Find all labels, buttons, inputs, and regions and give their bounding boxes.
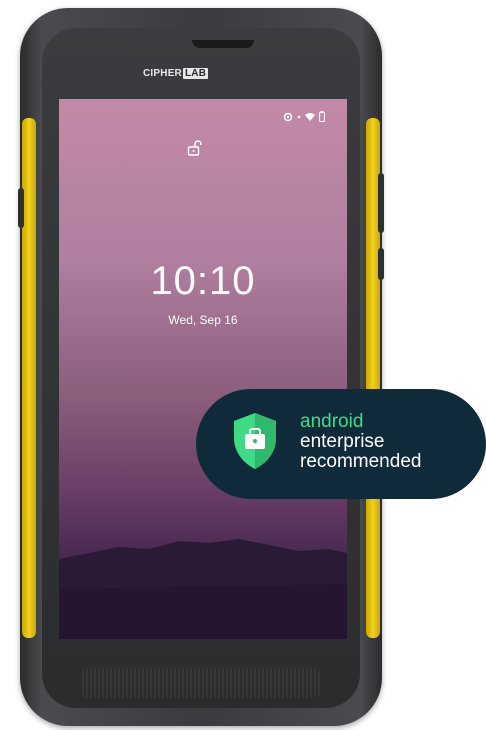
power-key [378,248,384,280]
battery-icon [319,111,325,122]
left-side-trim [22,118,36,638]
android-enterprise-badge: android enterprise recommended [196,389,486,499]
data-saver-icon [283,112,293,121]
shield-briefcase-icon [234,413,276,469]
lockscreen-clock: 10:10 [150,259,256,303]
brand-logo-text: CIPHER [143,67,182,79]
brand-logo-box: LAB [182,67,209,79]
wifi-icon [305,112,315,121]
earpiece [192,40,254,48]
badge-line-enterprise: enterprise [300,431,385,452]
brand-logo: CIPHER LAB [143,65,209,81]
right-side-key [378,173,384,233]
lock-screen[interactable]: 10:10 Wed, Sep 16 [59,99,347,639]
dot-icon [297,115,301,118]
bottom-speaker-grille [80,668,320,698]
badge-text: android enterprise recommended [300,412,421,472]
left-side-key [18,188,24,228]
lockscreen-date: Wed, Sep 16 [168,313,238,327]
mountain-silhouette [59,539,347,639]
badge-line-android: android [300,411,364,432]
badge-line-recommended: recommended [300,451,422,472]
status-bar [283,111,325,122]
unlock-icon[interactable] [186,139,204,157]
